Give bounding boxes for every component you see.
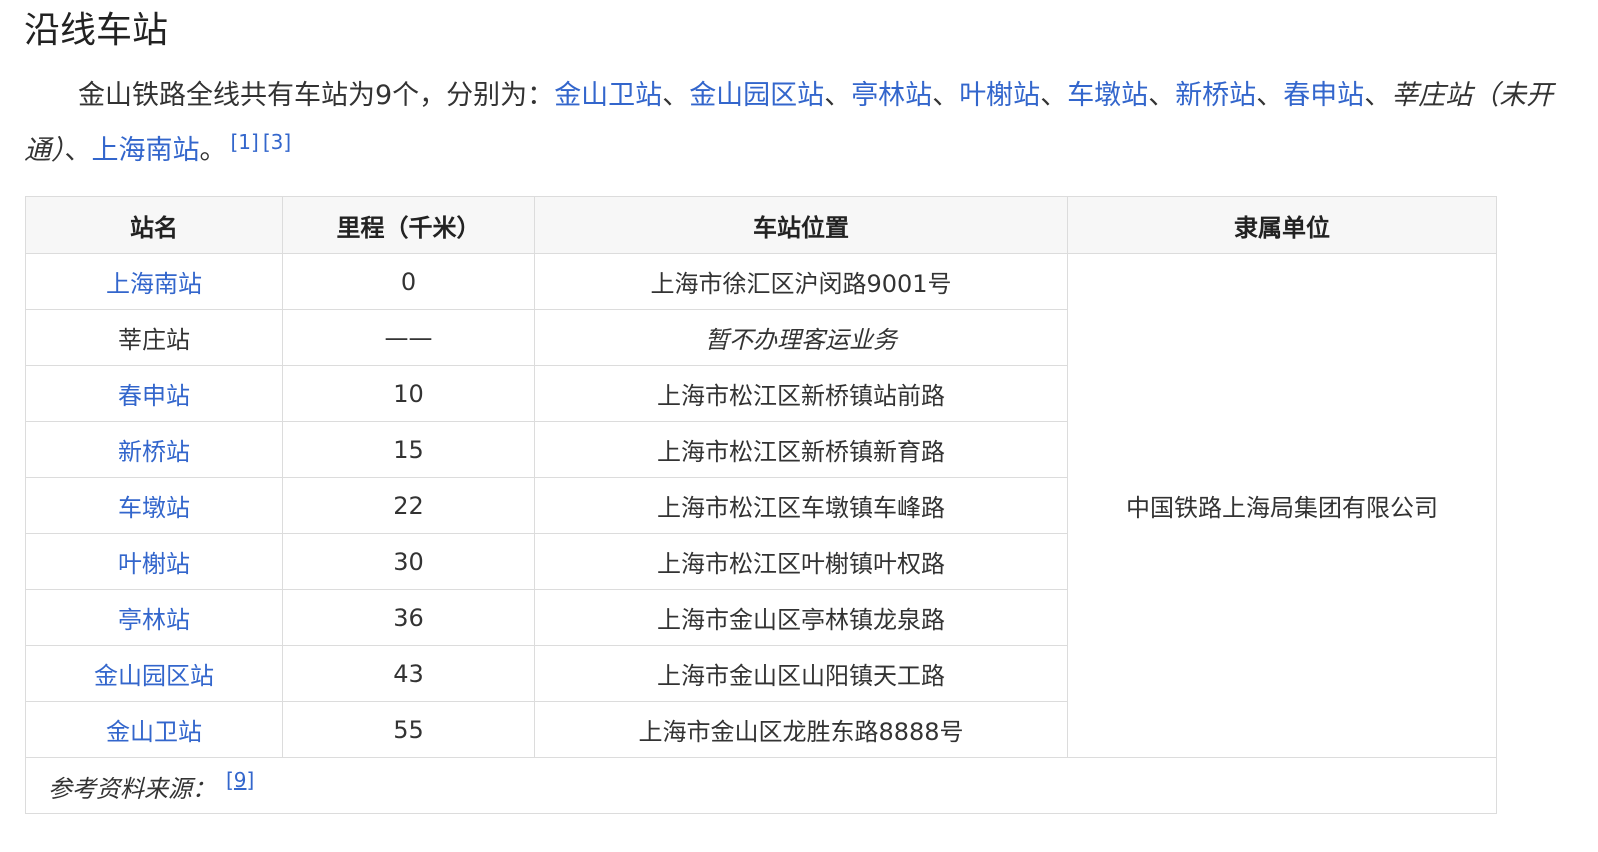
station-name-cell[interactable]: 亭林站 bbox=[25, 589, 283, 646]
link-xinqiao[interactable]: 新桥站 bbox=[1175, 80, 1256, 111]
location-cell: 上海市徐汇区沪闵路9001号 bbox=[534, 253, 1068, 310]
distance-cell: —— bbox=[282, 309, 535, 366]
location-cell: 上海市松江区新桥镇站前路 bbox=[534, 365, 1068, 422]
station-link[interactable]: 叶榭站 bbox=[118, 550, 190, 578]
station-name-cell[interactable]: 车墩站 bbox=[25, 477, 283, 534]
location-cell: 上海市金山区山阳镇天工路 bbox=[534, 645, 1068, 702]
distance-cell: 36 bbox=[282, 589, 535, 646]
source-cell: 参考资料来源： [9] bbox=[25, 757, 1497, 814]
station-name-cell[interactable]: 新桥站 bbox=[25, 421, 283, 478]
station-link[interactable]: 春申站 bbox=[118, 382, 190, 410]
header-owner: 隶属单位 bbox=[1067, 196, 1497, 254]
distance-cell: 30 bbox=[282, 533, 535, 590]
location-cell: 暂不办理客运业务 bbox=[534, 309, 1068, 366]
owner-cell[interactable]: 中国铁路上海局集团有限公司 bbox=[1067, 253, 1497, 758]
table-row: 上海南站 0 上海市徐汇区沪闵路9001号 中国铁路上海局集团有限公司 bbox=[25, 253, 1497, 758]
link-yexie[interactable]: 叶榭站 bbox=[959, 80, 1040, 111]
section-heading: 沿线车站 bbox=[24, 10, 169, 51]
distance-cell: 55 bbox=[282, 701, 535, 758]
station-name-cell[interactable]: 金山园区站 bbox=[25, 645, 283, 702]
distance-cell: 43 bbox=[282, 645, 535, 702]
stations-table: 站名 里程（千米） 车站位置 隶属单位 上海南站 0 上海市徐汇区沪闵路9001… bbox=[25, 196, 1497, 814]
source-label: 参考资料来源： bbox=[48, 774, 216, 803]
distance-cell: 15 bbox=[282, 421, 535, 478]
location-cell: 上海市松江区叶榭镇叶权路 bbox=[534, 533, 1068, 590]
article-section: 沿线车站 金山铁路全线共有车站为9个，分别为：金山卫站、金山园区站、亭林站、叶榭… bbox=[0, 0, 1598, 852]
station-link[interactable]: 亭林站 bbox=[118, 606, 190, 634]
distance-cell: 10 bbox=[282, 365, 535, 422]
station-link[interactable]: 新桥站 bbox=[118, 438, 190, 466]
header-station-name: 站名 bbox=[25, 196, 283, 254]
link-shanghai-south[interactable]: 上海南站 bbox=[92, 135, 200, 166]
link-jinshanwei[interactable]: 金山卫站 bbox=[554, 80, 662, 111]
reference-link-1[interactable]: [1] bbox=[231, 130, 259, 154]
location-cell: 上海市金山区龙胜东路8888号 bbox=[534, 701, 1068, 758]
link-chedun[interactable]: 车墩站 bbox=[1067, 80, 1148, 111]
source-row: 参考资料来源： [9] bbox=[25, 757, 1497, 814]
link-chunshen[interactable]: 春申站 bbox=[1283, 80, 1364, 111]
header-distance: 里程（千米） bbox=[282, 196, 535, 254]
header-location: 车站位置 bbox=[534, 196, 1068, 254]
station-link[interactable]: 金山卫站 bbox=[106, 718, 202, 746]
intro-paragraph: 金山铁路全线共有车站为9个，分别为：金山卫站、金山园区站、亭林站、叶榭站、车墩站… bbox=[24, 80, 1554, 166]
link-jinshan-park[interactable]: 金山园区站 bbox=[689, 80, 824, 111]
distance-cell: 22 bbox=[282, 477, 535, 534]
location-cell: 上海市松江区车墩镇车峰路 bbox=[534, 477, 1068, 534]
location-cell: 上海市金山区亭林镇龙泉路 bbox=[534, 589, 1068, 646]
location-cell: 上海市松江区新桥镇新育路 bbox=[534, 421, 1068, 478]
distance-cell: 0 bbox=[282, 253, 535, 310]
station-name-cell[interactable]: 金山卫站 bbox=[25, 701, 283, 758]
intro-text: 金山铁路全线共有车站为9个，分别为： bbox=[78, 80, 555, 111]
station-link[interactable]: 上海南站 bbox=[106, 270, 202, 298]
station-link[interactable]: 金山园区站 bbox=[94, 662, 214, 690]
station-name-cell: 莘庄站 bbox=[25, 309, 283, 366]
station-name-cell[interactable]: 叶榭站 bbox=[25, 533, 283, 590]
station-name-cell[interactable]: 春申站 bbox=[25, 365, 283, 422]
reference-link-3[interactable]: [3] bbox=[263, 130, 291, 154]
reference-link-9[interactable]: [9] bbox=[226, 768, 254, 792]
station-name-cell[interactable]: 上海南站 bbox=[25, 253, 283, 310]
table-header-row: 站名 里程（千米） 车站位置 隶属单位 bbox=[25, 196, 1497, 254]
link-tinglin[interactable]: 亭林站 bbox=[851, 80, 932, 111]
station-link[interactable]: 车墩站 bbox=[118, 494, 190, 522]
